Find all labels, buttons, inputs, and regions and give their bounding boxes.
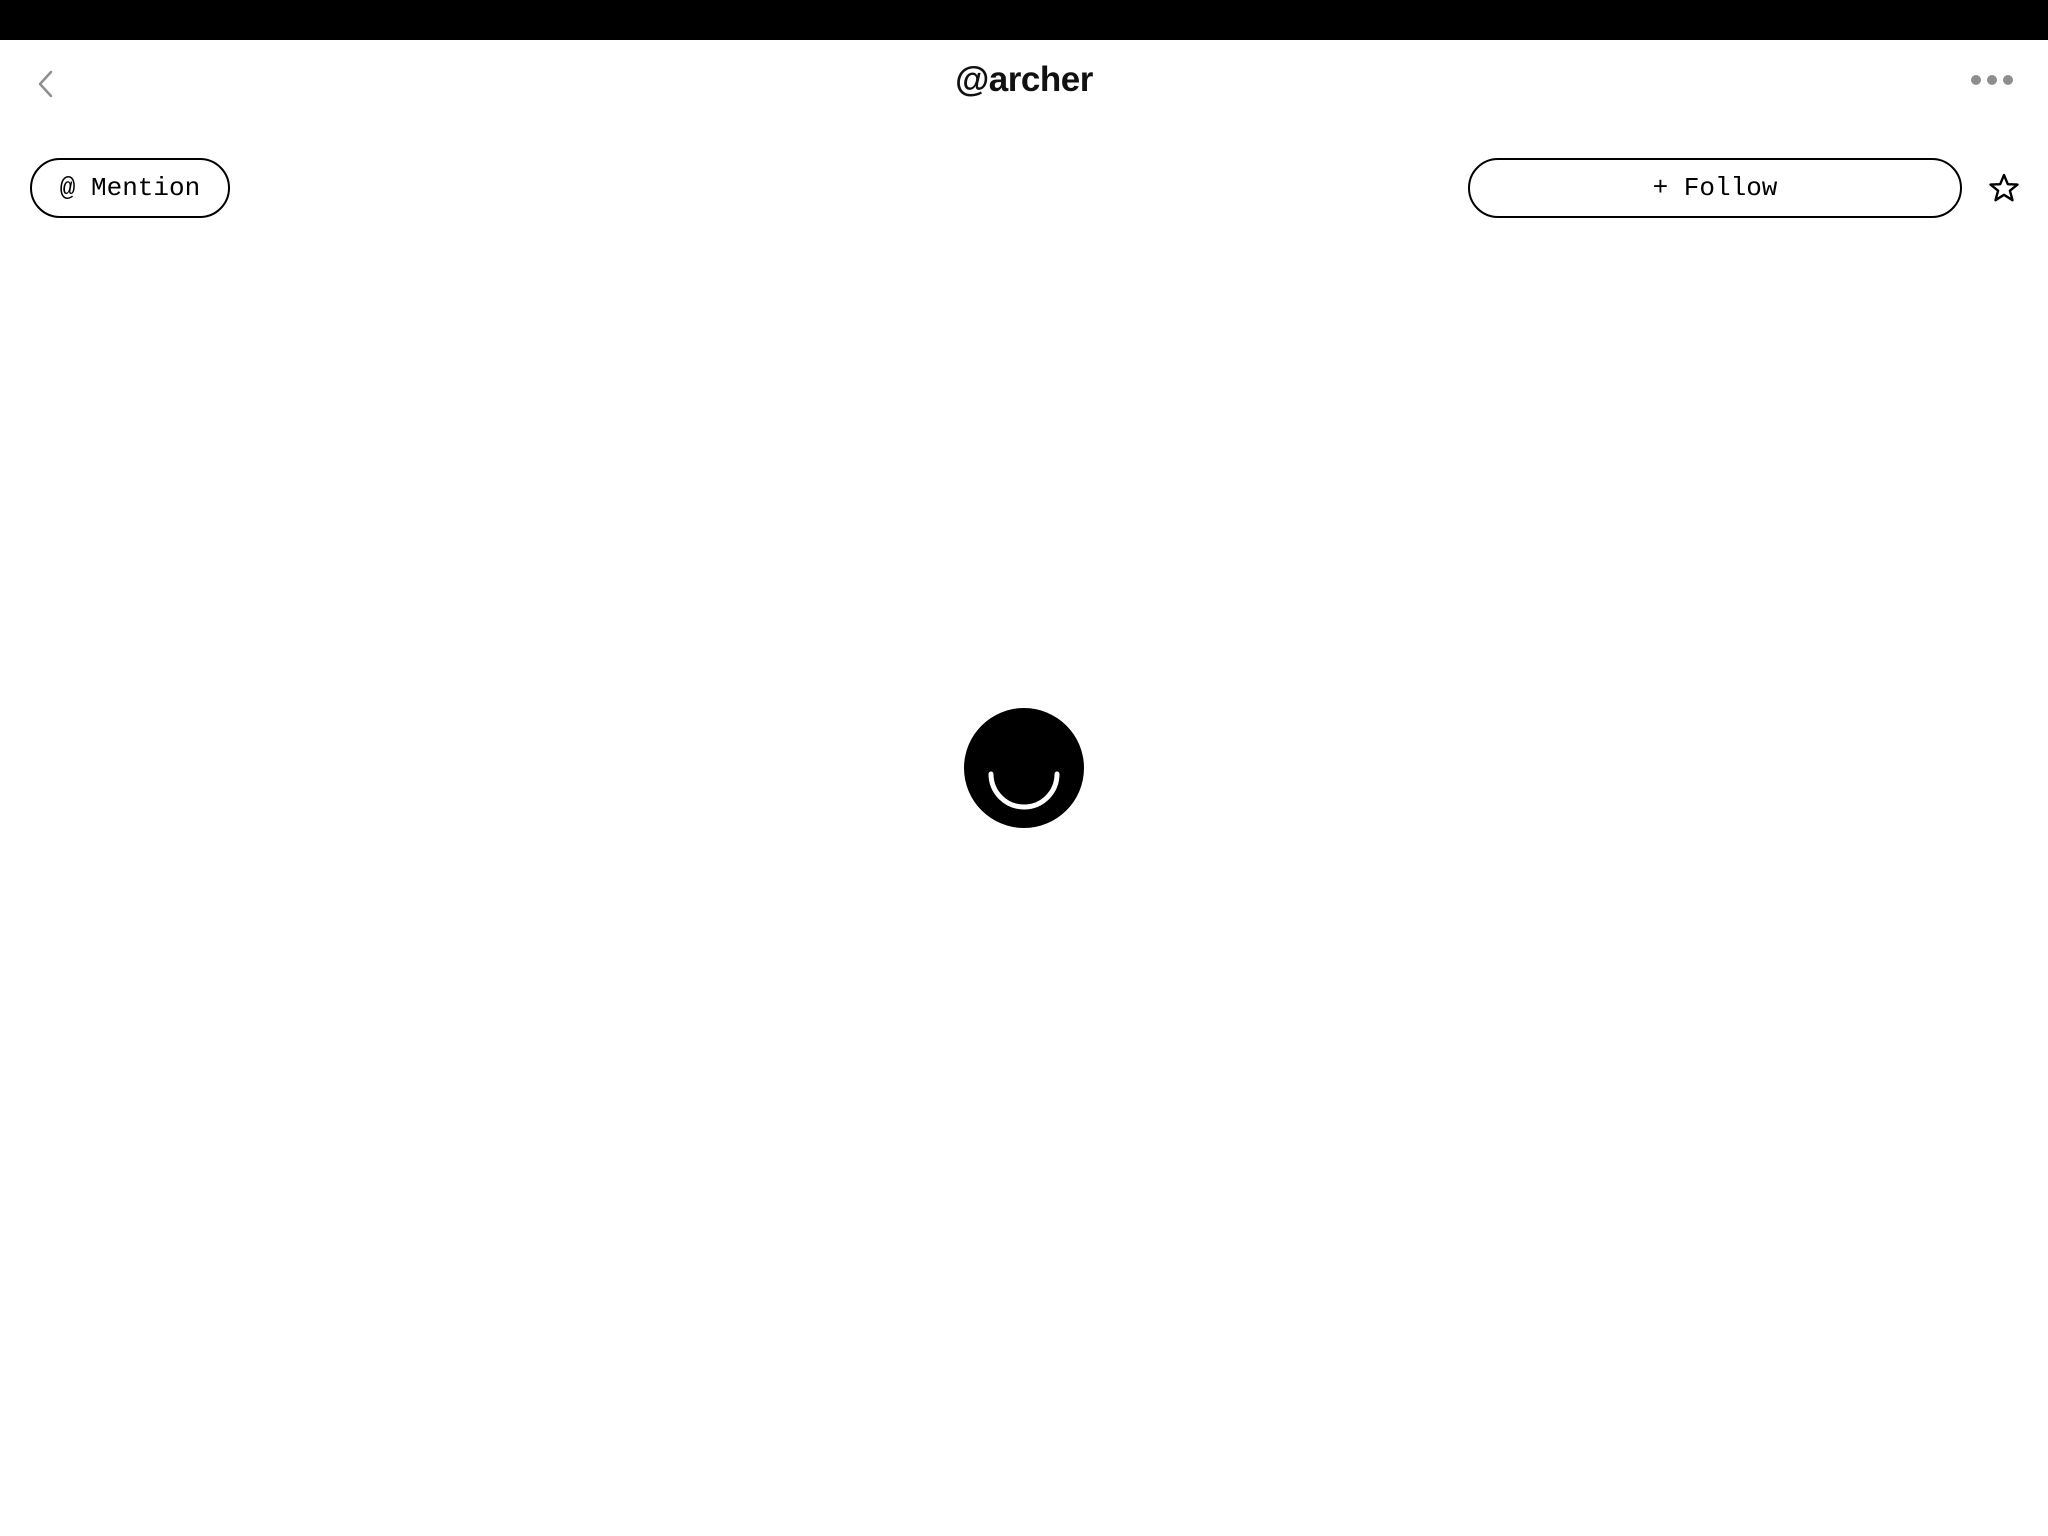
avatar	[964, 708, 1084, 828]
mention-button-label: @ Mention	[59, 173, 201, 203]
favorite-button[interactable]	[1986, 170, 2022, 206]
ellipsis-icon	[1971, 75, 2013, 85]
smiley-logo-icon	[964, 708, 1084, 828]
more-options-button[interactable]	[1968, 68, 2016, 92]
page-title: @archer	[955, 60, 1093, 99]
profile-action-row: @ Mention + Follow	[0, 158, 2048, 218]
status-bar	[0, 0, 2048, 40]
nav-bar: @archer	[0, 40, 2048, 126]
mention-button[interactable]: @ Mention	[30, 158, 230, 218]
follow-button-label: + Follow	[1652, 173, 1778, 203]
star-icon	[1989, 173, 2019, 202]
follow-button[interactable]: + Follow	[1468, 158, 1962, 218]
